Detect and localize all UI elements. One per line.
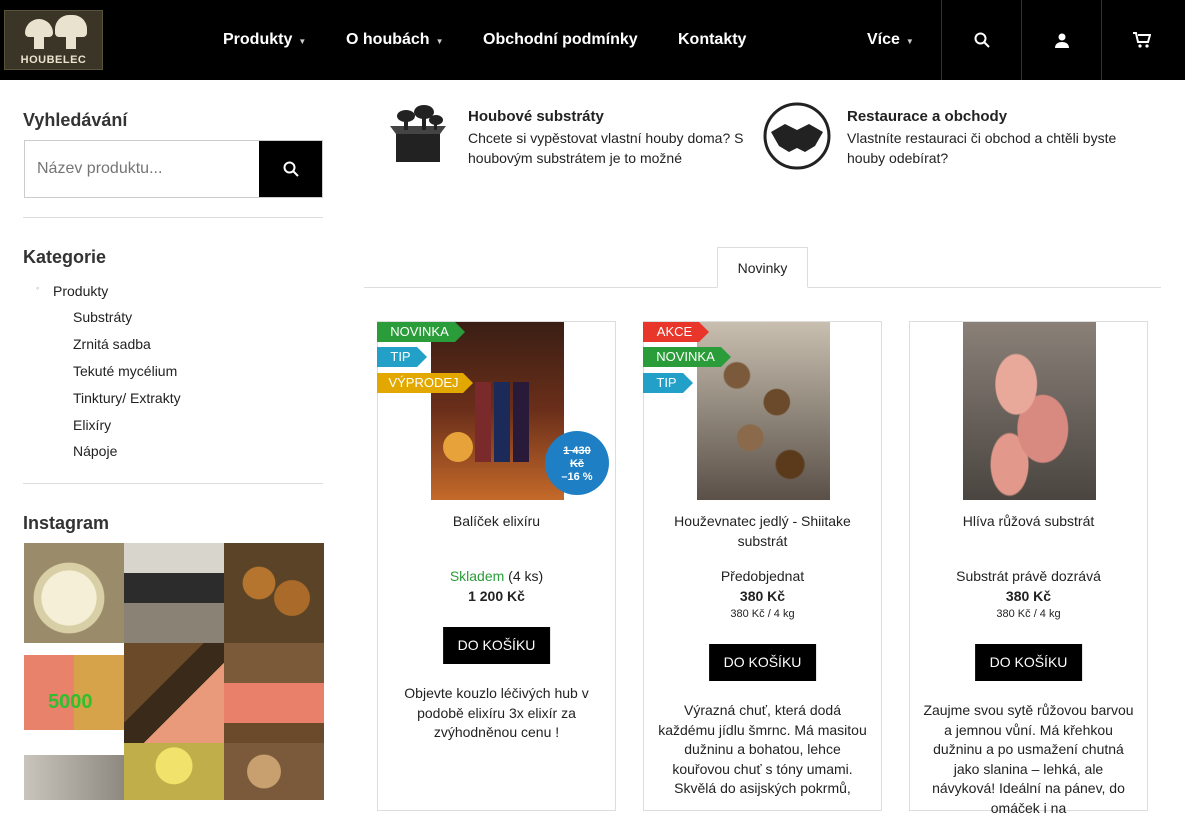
chevron-down-icon: ▼ bbox=[298, 37, 307, 46]
divider bbox=[23, 483, 323, 484]
nav-terms-label: Obchodní podmínky bbox=[483, 31, 638, 48]
product-card[interactable]: Hlíva růžová substrát Substrát právě doz… bbox=[909, 321, 1148, 816]
add-to-cart-button[interactable]: DO KOŠÍKU bbox=[708, 644, 817, 681]
feature-title: Houbové substráty bbox=[468, 108, 604, 125]
divider bbox=[23, 217, 323, 218]
product-card[interactable]: AKCE NOVINKA TIP Houževnatec jedlý - Shi… bbox=[643, 321, 882, 811]
product-price: 1 200 Kč bbox=[468, 588, 525, 604]
nav-contacts[interactable]: Kontakty bbox=[678, 0, 746, 80]
stock-count: (4 ks) bbox=[508, 568, 544, 584]
feature-description: Vlastníte restauraci či obchod a chtěli … bbox=[847, 130, 1117, 166]
product-description: Výrazná chuť, která dodá každému jídlu š… bbox=[658, 702, 867, 796]
stock-status: Skladem bbox=[449, 568, 505, 584]
badge-new: NOVINKA bbox=[643, 347, 731, 367]
badge-sale: AKCE bbox=[643, 322, 709, 342]
search-icon bbox=[283, 161, 299, 177]
badge-sale: VÝPRODEJ bbox=[377, 373, 473, 393]
instagram-photo[interactable] bbox=[224, 543, 324, 643]
instagram-photo[interactable] bbox=[124, 543, 224, 643]
add-to-cart-button[interactable]: DO KOŠÍKU bbox=[974, 644, 1083, 681]
nav-about-label: O houbách bbox=[346, 31, 430, 48]
instagram-title: Instagram bbox=[23, 513, 110, 533]
feature-restaurants[interactable]: Restaurace a obchody Vlastníte restaurac… bbox=[763, 100, 1143, 170]
nav-more[interactable]: Více ▼ bbox=[867, 0, 914, 80]
category-substrates[interactable]: Substráty bbox=[73, 309, 132, 325]
nav-contacts-label: Kontakty bbox=[678, 31, 747, 48]
feature-description: Chcete si vypěstovat vlastní houby doma?… bbox=[468, 130, 744, 166]
nav-products-label: Produkty bbox=[223, 31, 293, 48]
instagram-photo[interactable] bbox=[224, 643, 324, 743]
instagram-photo[interactable] bbox=[124, 643, 224, 743]
substrate-box-icon bbox=[390, 105, 446, 162]
product-name[interactable]: Hlíva růžová substrát bbox=[920, 511, 1137, 531]
availability: Předobjednat bbox=[720, 568, 805, 584]
search-icon[interactable] bbox=[941, 0, 1021, 80]
badge-tip: TIP bbox=[643, 373, 693, 393]
product-description: Objevte kouzlo léčivých hub v podobě eli… bbox=[404, 685, 589, 740]
search-input[interactable] bbox=[25, 141, 260, 197]
logo-text: HOUBELEC bbox=[20, 54, 87, 66]
instagram-photo[interactable] bbox=[224, 743, 324, 800]
category-products[interactable]: Produkty bbox=[53, 283, 108, 299]
nav-about[interactable]: O houbách ▼ bbox=[346, 0, 443, 80]
nav-terms[interactable]: Obchodní podmínky bbox=[483, 0, 638, 80]
bullet-icon: ◦ bbox=[36, 283, 40, 293]
product-price: 380 Kč bbox=[1005, 588, 1052, 604]
search-button[interactable] bbox=[259, 141, 322, 197]
nav-more-label: Více bbox=[867, 31, 900, 48]
site-header: HOUBELEC Produkty ▼ O houbách ▼ Obchodní p… bbox=[0, 0, 1185, 80]
instagram-photo[interactable] bbox=[124, 743, 224, 800]
product-search-form bbox=[24, 140, 323, 198]
instagram-photo[interactable]: 5000 bbox=[24, 655, 124, 730]
product-card[interactable]: NOVINKA TIP VÝPRODEJ 1 430 Kč –16 % Balí… bbox=[377, 321, 616, 811]
cart-icon[interactable] bbox=[1101, 0, 1181, 80]
handshake-icon bbox=[763, 102, 831, 170]
availability: Substrát právě dozrává bbox=[956, 568, 1101, 584]
chevron-down-icon: ▼ bbox=[435, 37, 444, 46]
product-description: Zaujme svou sytě růžovou barvou a jemnou… bbox=[923, 702, 1134, 816]
product-price: 380 Kč bbox=[739, 588, 786, 604]
category-elixirs[interactable]: Elixíry bbox=[73, 417, 111, 433]
badge-new: NOVINKA bbox=[377, 322, 465, 342]
feature-substrates[interactable]: Houbové substráty Chcete si vypěstovat v… bbox=[384, 100, 754, 170]
add-to-cart-button[interactable]: DO KOŠÍKU bbox=[442, 627, 551, 664]
feature-title: Restaurace a obchody bbox=[847, 108, 1008, 125]
category-drinks[interactable]: Nápoje bbox=[73, 443, 117, 459]
unit-price: 380 Kč / 4 kg bbox=[730, 608, 795, 620]
user-icon[interactable] bbox=[1021, 0, 1101, 80]
search-section-title: Vyhledávání bbox=[23, 110, 128, 130]
badge-tip: TIP bbox=[377, 347, 427, 367]
category-grain-spawn[interactable]: Zrnitá sadba bbox=[73, 336, 151, 352]
site-logo[interactable]: HOUBELEC bbox=[4, 10, 103, 70]
chevron-down-icon: ▼ bbox=[905, 37, 914, 46]
instagram-photo[interactable] bbox=[24, 543, 124, 643]
nav-products[interactable]: Produkty ▼ bbox=[223, 0, 306, 80]
categories-title: Kategorie bbox=[23, 247, 107, 267]
product-image[interactable] bbox=[963, 322, 1096, 500]
discount-percent: –16 % bbox=[561, 471, 593, 483]
product-name[interactable]: Balíček elixíru bbox=[388, 511, 605, 531]
availability: Skladem (4 ks) bbox=[378, 568, 615, 584]
product-name[interactable]: Houževnatec jedlý - Shiitake substrát bbox=[654, 511, 871, 551]
unit-price: 380 Kč / 4 kg bbox=[996, 608, 1061, 620]
category-liquid-mycelium[interactable]: Tekuté mycélium bbox=[73, 363, 177, 379]
category-tinctures[interactable]: Tinktury/ Extrakty bbox=[73, 390, 181, 406]
instagram-5000-text: 5000 bbox=[48, 691, 93, 713]
old-price: 1 430 Kč bbox=[563, 445, 591, 470]
instagram-photo[interactable] bbox=[24, 755, 124, 800]
discount-badge: 1 430 Kč –16 % bbox=[545, 431, 609, 495]
tab-new-products[interactable]: Novinky bbox=[717, 247, 808, 288]
